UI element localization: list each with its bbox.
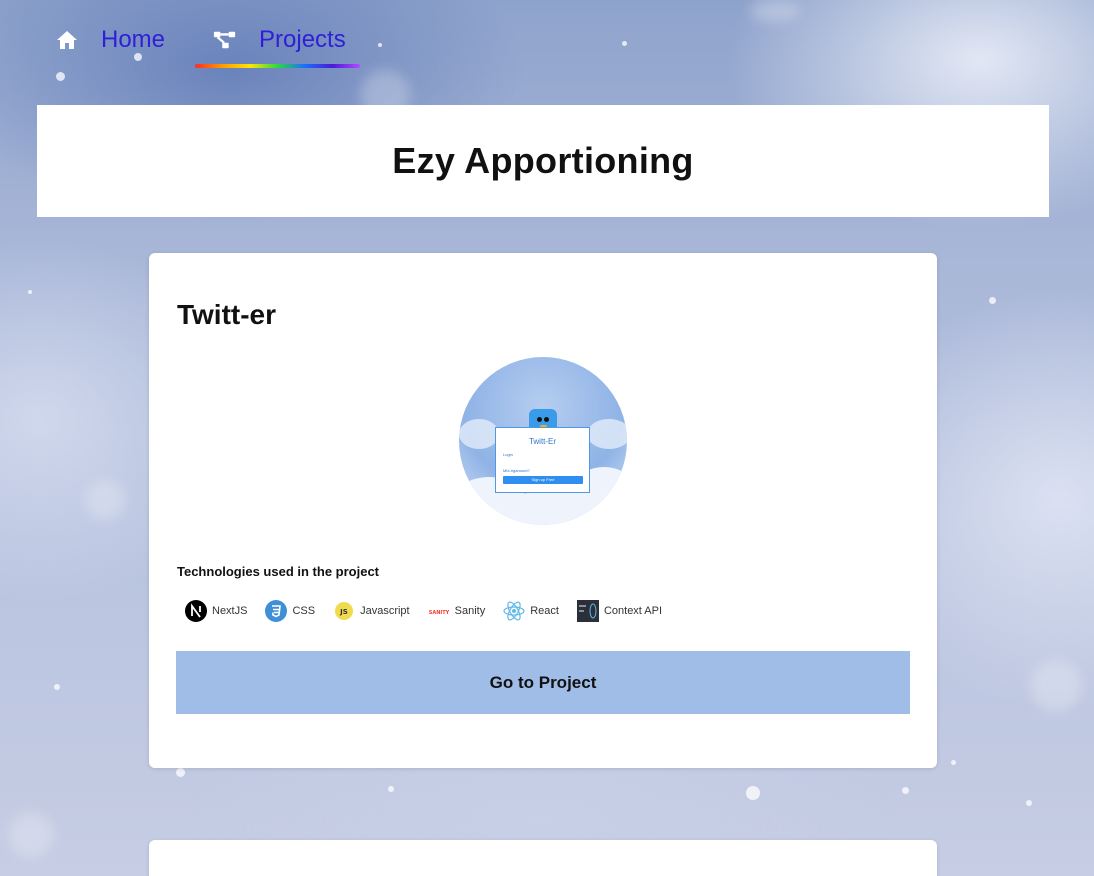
- bird-eye: [544, 417, 549, 422]
- snow-dot: [54, 684, 60, 690]
- tech-item-nextjs: NextJS: [185, 600, 247, 622]
- tech-item-sanity: SANITY Sanity: [428, 600, 486, 622]
- project-title: Twitt-er: [177, 299, 277, 330]
- snow-blur: [8, 812, 54, 858]
- tech-label: React: [530, 605, 559, 617]
- cloud-shape: [587, 419, 627, 449]
- active-underline: [195, 64, 360, 68]
- preview-signup-button: Sign up Free: [503, 476, 583, 484]
- go-to-project-button[interactable]: Go to Project: [176, 651, 910, 714]
- tech-item-react: React: [503, 600, 559, 622]
- project-diagram-icon: [213, 28, 237, 52]
- nextjs-icon: [185, 600, 207, 622]
- nav-projects-link[interactable]: Projects: [195, 22, 360, 68]
- tech-item-css: CSS: [265, 600, 315, 622]
- technologies-list: NextJS CSS JS Javascript SANITY Sanity R…: [185, 600, 680, 622]
- tech-label: Javascript: [360, 605, 410, 617]
- preview-small-text: Mid-rigamund?: [503, 468, 530, 473]
- snow-blur: [1030, 660, 1082, 712]
- snow-dot: [746, 786, 760, 800]
- sanity-icon: SANITY: [428, 600, 450, 622]
- top-nav: Home Projects: [55, 22, 360, 72]
- snow-blur: [85, 480, 125, 520]
- page-title: Ezy Apportioning: [392, 140, 694, 181]
- react-icon: [503, 600, 525, 622]
- snow-dot: [622, 41, 627, 46]
- next-project-card: [149, 840, 937, 876]
- preview-login-label: Login: [503, 452, 513, 457]
- bird-eye: [537, 417, 542, 422]
- project-preview-image: Twitt-Er Login Mid-rigamund? Sign up Fre…: [459, 357, 627, 525]
- javascript-icon: JS: [333, 600, 355, 622]
- nav-home-link[interactable]: Home: [55, 22, 165, 58]
- snow-dot: [56, 72, 65, 81]
- tech-item-context-api: Context API: [576, 600, 663, 622]
- technologies-heading: Technologies used in the project: [177, 564, 380, 579]
- snow-dot: [1026, 800, 1032, 806]
- snow-dot: [951, 760, 956, 765]
- snow-dot: [176, 768, 185, 777]
- tech-label: NextJS: [212, 605, 248, 617]
- snow-dot: [902, 787, 909, 794]
- tech-label: Context API: [603, 605, 663, 617]
- tech-item-javascript: JS Javascript: [333, 600, 410, 622]
- svg-text:SANITY: SANITY: [428, 610, 449, 616]
- preview-app-name: Twitt-Er: [528, 437, 557, 446]
- home-icon: [55, 28, 79, 52]
- tech-label: CSS: [292, 605, 316, 617]
- snow-dot: [388, 786, 394, 792]
- project-card: Twitt-er Twitt-Er Login Mid-rigamund? Si…: [149, 253, 937, 768]
- svg-text:JS: JS: [339, 608, 348, 616]
- context-api-icon: [576, 600, 599, 622]
- snow-dot: [378, 43, 382, 47]
- snow-dot: [989, 297, 996, 304]
- preview-login-box: Twitt-Er Login Mid-rigamund? Sign up Fre…: [495, 427, 590, 493]
- page-header: Ezy Apportioning: [37, 105, 1049, 217]
- cloud-shape: [459, 419, 499, 449]
- snow-blur: [750, 0, 800, 22]
- css3-icon: [265, 600, 288, 622]
- snow-dot: [28, 290, 32, 294]
- tech-label: Sanity: [454, 605, 486, 617]
- nav-projects-label: Projects: [259, 26, 346, 53]
- nav-home-label: Home: [101, 26, 166, 53]
